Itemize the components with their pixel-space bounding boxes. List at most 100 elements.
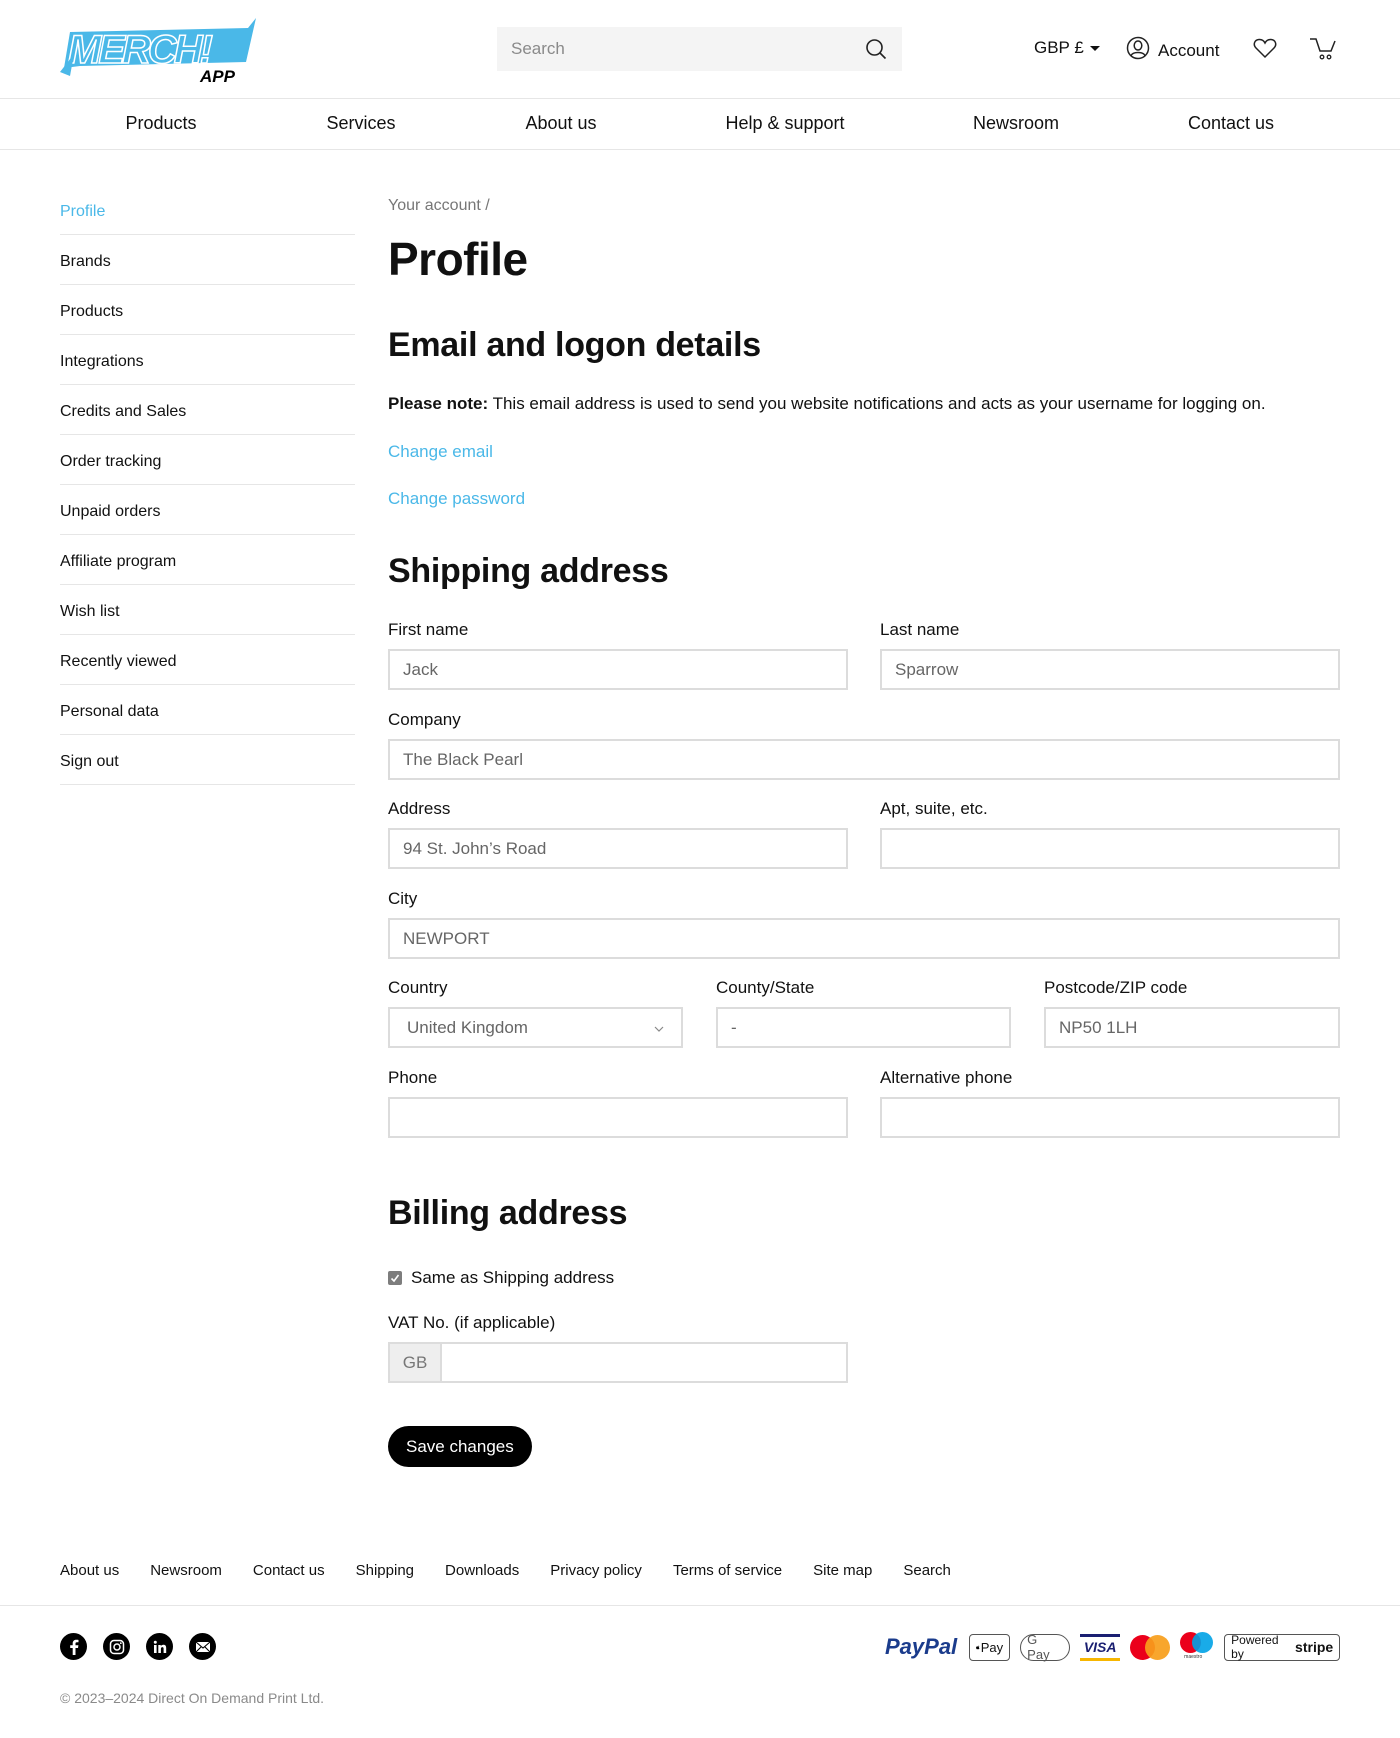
last-name-label: Last name xyxy=(880,620,960,639)
email-note: Please note: This email address is used … xyxy=(388,394,1266,414)
google-pay-logo: G Pay xyxy=(1020,1632,1071,1662)
note-text: This email address is used to send you w… xyxy=(488,394,1266,413)
phone-input[interactable] xyxy=(388,1097,848,1138)
last-name-input[interactable] xyxy=(880,649,1340,690)
footer-link-shipping[interactable]: Shipping xyxy=(356,1562,414,1579)
note-label: Please note: xyxy=(388,394,489,413)
footer-link-site-map[interactable]: Site map xyxy=(813,1562,872,1579)
merch-app-logo[interactable]: MERCH! APP xyxy=(60,16,260,86)
county-input[interactable] xyxy=(716,1007,1011,1048)
sidebar-item-personal-data[interactable]: Personal data xyxy=(60,685,355,735)
account-sidebar: Profile Brands Products Integrations Cre… xyxy=(60,185,355,785)
stripe-prefix: Powered by xyxy=(1231,1633,1279,1661)
nav-item-services[interactable]: Services xyxy=(326,113,395,134)
maestro-logo: maestro xyxy=(1180,1632,1214,1662)
change-email-link[interactable]: Change email xyxy=(388,442,493,462)
alt-phone-input[interactable] xyxy=(880,1097,1340,1138)
social-links xyxy=(60,1633,216,1660)
email-section-heading: Email and logon details xyxy=(388,326,761,364)
apple-pay-text: Pay xyxy=(980,1639,1004,1655)
billing-section-heading: Billing address xyxy=(388,1194,628,1232)
nav-item-newsroom[interactable]: Newsroom xyxy=(973,113,1059,134)
account-label: Account xyxy=(1158,40,1220,60)
same-as-shipping-checkbox[interactable]: Same as Shipping address xyxy=(388,1268,614,1288)
sidebar-item-sign-out[interactable]: Sign out xyxy=(60,735,355,785)
footer-link-contact-us[interactable]: Contact us xyxy=(253,1562,325,1579)
footer-link-privacy-policy[interactable]: Privacy policy xyxy=(550,1562,642,1579)
alt-phone-label: Alternative phone xyxy=(880,1068,1013,1087)
country-label: Country xyxy=(388,978,448,997)
copyright: © 2023–2024 Direct On Demand Print Ltd. xyxy=(60,1690,325,1706)
paypal-logo: PayPal xyxy=(885,1634,957,1660)
footer-link-search[interactable]: Search xyxy=(903,1562,951,1579)
sidebar-item-credits-and-sales[interactable]: Credits and Sales xyxy=(60,385,355,435)
apt-input[interactable] xyxy=(880,828,1340,869)
logo-sub: APP xyxy=(199,67,236,84)
sidebar-item-wish-list[interactable]: Wish list xyxy=(60,585,355,635)
account-button[interactable]: Account xyxy=(1126,36,1219,65)
save-changes-button[interactable]: Save changes xyxy=(388,1426,532,1467)
currency-selector[interactable]: GBP £ xyxy=(1034,38,1100,58)
footer-link-downloads[interactable]: Downloads xyxy=(445,1562,519,1579)
address-input[interactable] xyxy=(388,828,848,869)
first-name-label: First name xyxy=(388,620,469,639)
search-input[interactable] xyxy=(511,39,864,59)
breadcrumb[interactable]: Your account / xyxy=(388,197,490,215)
search-icon[interactable] xyxy=(864,37,888,61)
sidebar-item-unpaid-orders[interactable]: Unpaid orders xyxy=(60,485,355,535)
sidebar-item-order-tracking[interactable]: Order tracking xyxy=(60,435,355,485)
payment-methods: PayPal Pay G Pay VISA maestro Powered by… xyxy=(885,1632,1341,1662)
apt-label: Apt, suite, etc. xyxy=(880,799,988,818)
user-circle-icon xyxy=(1126,36,1150,65)
same-as-shipping-label: Same as Shipping address xyxy=(411,1268,615,1287)
powered-by-stripe-badge: Powered by stripe xyxy=(1224,1633,1341,1661)
visa-logo: VISA xyxy=(1080,1633,1121,1661)
postcode-input[interactable] xyxy=(1044,1007,1340,1048)
footer-link-newsroom[interactable]: Newsroom xyxy=(150,1562,222,1579)
nav-item-help-support[interactable]: Help & support xyxy=(725,113,844,134)
sidebar-item-recently-viewed[interactable]: Recently viewed xyxy=(60,635,355,685)
phone-label: Phone xyxy=(388,1068,438,1087)
city-input[interactable] xyxy=(388,918,1340,959)
postcode-label: Postcode/ZIP code xyxy=(1044,978,1188,997)
maestro-caption: maestro xyxy=(1184,1654,1203,1660)
vat-input[interactable] xyxy=(442,1344,846,1381)
email-icon[interactable] xyxy=(189,1633,216,1660)
address-label: Address xyxy=(388,799,451,818)
footer-divider xyxy=(0,1605,1400,1606)
chevron-down-icon xyxy=(654,1018,664,1038)
instagram-icon[interactable] xyxy=(103,1633,130,1660)
footer-link-terms-of-service[interactable]: Terms of service xyxy=(673,1562,782,1579)
county-label: County/State xyxy=(716,978,815,997)
first-name-input[interactable] xyxy=(388,649,848,690)
heart-icon[interactable] xyxy=(1253,37,1277,64)
vat-prefix: GB xyxy=(390,1344,442,1381)
currency-label: GBP £ xyxy=(1034,38,1084,57)
footer-links: About us Newsroom Contact us Shipping Do… xyxy=(60,1562,982,1579)
sidebar-item-products[interactable]: Products xyxy=(60,285,355,335)
nav-item-about-us[interactable]: About us xyxy=(525,113,596,134)
nav-item-contact-us[interactable]: Contact us xyxy=(1188,113,1274,134)
vat-field: GB xyxy=(388,1342,848,1383)
sidebar-item-integrations[interactable]: Integrations xyxy=(60,335,355,385)
company-input[interactable] xyxy=(388,739,1340,780)
sidebar-item-brands[interactable]: Brands xyxy=(60,235,355,285)
apple-pay-logo: Pay xyxy=(969,1633,1011,1661)
sidebar-item-profile[interactable]: Profile xyxy=(60,185,355,235)
footer-link-about-us[interactable]: About us xyxy=(60,1562,119,1579)
cart-icon[interactable] xyxy=(1309,37,1337,66)
google-pay-text: G Pay xyxy=(1027,1632,1050,1662)
change-password-link[interactable]: Change password xyxy=(388,489,525,509)
logo-text: MERCH! xyxy=(68,28,213,72)
stripe-name: stripe xyxy=(1295,1639,1334,1655)
shipping-section-heading: Shipping address xyxy=(388,552,669,590)
checkbox-checked-icon[interactable] xyxy=(388,1271,402,1285)
facebook-icon[interactable] xyxy=(60,1633,87,1660)
sidebar-item-affiliate-program[interactable]: Affiliate program xyxy=(60,535,355,585)
main-nav: Products Services About us Help & suppor… xyxy=(0,98,1400,150)
city-label: City xyxy=(388,889,418,908)
nav-item-products[interactable]: Products xyxy=(125,113,196,134)
country-select[interactable]: United Kingdom xyxy=(388,1007,683,1048)
caret-down-icon xyxy=(1089,45,1100,51)
linkedin-icon[interactable] xyxy=(146,1633,173,1660)
